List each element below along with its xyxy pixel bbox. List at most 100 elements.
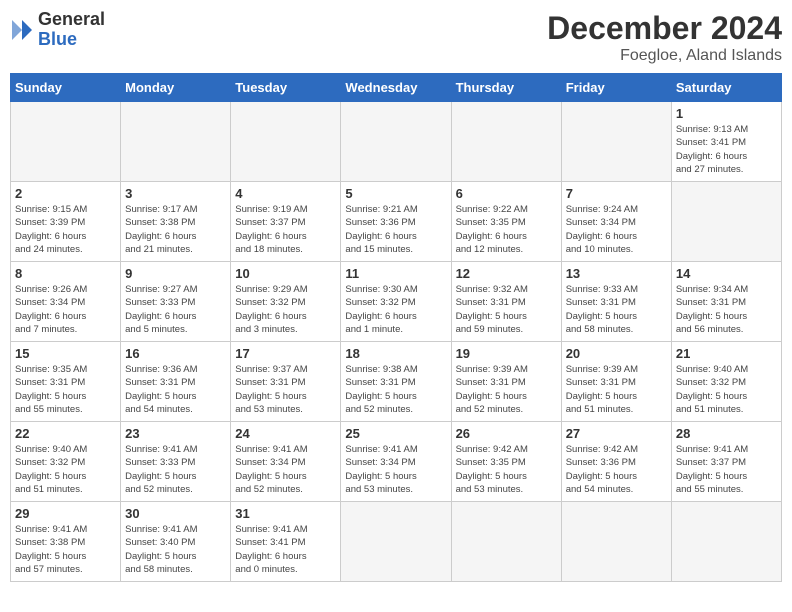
day-number: 2 [15,186,116,201]
title-section: December 2024 Foegloe, Aland Islands [547,10,782,65]
day-number: 19 [456,346,557,361]
day-number: 12 [456,266,557,281]
day-number: 25 [345,426,446,441]
day-header-friday: Friday [561,74,671,102]
day-info: Sunrise: 9:22 AM Sunset: 3:35 PM Dayligh… [456,203,557,256]
day-number: 26 [456,426,557,441]
day-number: 8 [15,266,116,281]
day-cell-22: 22 Sunrise: 9:40 AM Sunset: 3:32 PM Dayli… [11,422,121,502]
day-cell-10: 10Sunrise: 9:29 AM Sunset: 3:32 PM Dayli… [231,262,341,342]
day-info: Sunrise: 9:32 AM Sunset: 3:31 PM Dayligh… [456,283,557,336]
day-cell-2: 2 Sunrise: 9:15 AM Sunset: 3:39 PM Daylig… [11,182,121,262]
day-cell-31: 31Sunrise: 9:41 AM Sunset: 3:41 PM Dayli… [231,502,341,582]
calendar-week-1: 2 Sunrise: 9:15 AM Sunset: 3:39 PM Daylig… [11,182,782,262]
day-cell-28: 28 Sunrise: 9:41 AM Sunset: 3:37 PM Dayli… [671,422,781,502]
day-number: 30 [125,506,226,521]
day-number: 27 [566,426,667,441]
day-cell-23: 23 Sunrise: 9:41 AM Sunset: 3:33 PM Dayli… [121,422,231,502]
day-cell-20: 20Sunrise: 9:39 AM Sunset: 3:31 PM Dayli… [561,342,671,422]
calendar-subtitle: Foegloe, Aland Islands [547,47,782,65]
logo-text-blue: Blue [38,29,77,49]
day-info: Sunrise: 9:41 AM Sunset: 3:41 PM Dayligh… [235,523,336,576]
day-number: 18 [345,346,446,361]
day-header-saturday: Saturday [671,74,781,102]
day-number: 13 [566,266,667,281]
day-number: 15 [15,346,116,361]
empty-cell [671,502,781,582]
day-number: 10 [235,266,336,281]
header: General Blue December 2024 Foegloe, Alan… [10,10,782,65]
day-info: Sunrise: 9:24 AM Sunset: 3:34 PM Dayligh… [566,203,667,256]
empty-cell [231,102,341,182]
day-cell-12: 12 Sunrise: 9:32 AM Sunset: 3:31 PM Dayli… [451,262,561,342]
day-number: 24 [235,426,336,441]
day-cell-15: 15 Sunrise: 9:35 AM Sunset: 3:31 PM Dayli… [11,342,121,422]
day-info: Sunrise: 9:41 AM Sunset: 3:38 PM Dayligh… [15,523,116,576]
day-cell-3: 3 Sunrise: 9:17 AM Sunset: 3:38 PM Daylig… [121,182,231,262]
day-info: Sunrise: 9:35 AM Sunset: 3:31 PM Dayligh… [15,363,116,416]
day-cell-30: 30 Sunrise: 9:41 AM Sunset: 3:40 PM Dayli… [121,502,231,582]
day-cell-25: 25 Sunrise: 9:41 AM Sunset: 3:34 PM Dayli… [341,422,451,502]
day-info: Sunrise: 9:42 AM Sunset: 3:36 PM Dayligh… [566,443,667,496]
calendar-week-4: 22 Sunrise: 9:40 AM Sunset: 3:32 PM Dayli… [11,422,782,502]
day-number: 1 [676,106,777,121]
day-info: Sunrise: 9:40 AM Sunset: 3:32 PM Dayligh… [15,443,116,496]
day-info: Sunrise: 9:17 AM Sunset: 3:38 PM Dayligh… [125,203,226,256]
day-cell-16: 16Sunrise: 9:36 AM Sunset: 3:31 PM Dayli… [121,342,231,422]
day-number: 9 [125,266,226,281]
day-number: 11 [345,266,446,281]
empty-cell [561,102,671,182]
day-info: Sunrise: 9:41 AM Sunset: 3:34 PM Dayligh… [235,443,336,496]
empty-cell [451,102,561,182]
day-header-sunday: Sunday [11,74,121,102]
day-info: Sunrise: 9:41 AM Sunset: 3:37 PM Dayligh… [676,443,777,496]
day-cell-17: 17 Sunrise: 9:37 AM Sunset: 3:31 PM Dayli… [231,342,341,422]
day-info: Sunrise: 9:41 AM Sunset: 3:33 PM Dayligh… [125,443,226,496]
day-header-monday: Monday [121,74,231,102]
day-number: 3 [125,186,226,201]
calendar-title: December 2024 [547,10,782,47]
day-number: 20 [566,346,667,361]
day-number: 7 [566,186,667,201]
day-number: 23 [125,426,226,441]
day-header-wednesday: Wednesday [341,74,451,102]
day-info: Sunrise: 9:15 AM Sunset: 3:39 PM Dayligh… [15,203,116,256]
day-cell-29: 29 Sunrise: 9:41 AM Sunset: 3:38 PM Dayli… [11,502,121,582]
day-number: 16 [125,346,226,361]
day-number: 28 [676,426,777,441]
day-cell-6: 6Sunrise: 9:22 AM Sunset: 3:35 PM Daylig… [451,182,561,262]
day-cell-4: 4Sunrise: 9:19 AM Sunset: 3:37 PM Daylig… [231,182,341,262]
day-info: Sunrise: 9:41 AM Sunset: 3:40 PM Dayligh… [125,523,226,576]
day-number: 22 [15,426,116,441]
calendar-week-5: 29 Sunrise: 9:41 AM Sunset: 3:38 PM Dayli… [11,502,782,582]
day-info: Sunrise: 9:19 AM Sunset: 3:37 PM Dayligh… [235,203,336,256]
logo-text-general: General [38,9,105,29]
day-info: Sunrise: 9:26 AM Sunset: 3:34 PM Dayligh… [15,283,116,336]
day-cell-21: 21Sunrise: 9:40 AM Sunset: 3:32 PM Dayli… [671,342,781,422]
day-number: 17 [235,346,336,361]
empty-cell [451,502,561,582]
day-header-thursday: Thursday [451,74,561,102]
day-cell-14: 14 Sunrise: 9:34 AM Sunset: 3:31 PM Dayli… [671,262,781,342]
empty-cell [671,182,781,262]
day-cell-9: 9Sunrise: 9:27 AM Sunset: 3:33 PM Daylig… [121,262,231,342]
day-number: 29 [15,506,116,521]
day-info: Sunrise: 9:40 AM Sunset: 3:32 PM Dayligh… [676,363,777,416]
calendar-week-0: 1Sunrise: 9:13 AM Sunset: 3:41 PM Daylig… [11,102,782,182]
day-info: Sunrise: 9:30 AM Sunset: 3:32 PM Dayligh… [345,283,446,336]
day-cell-19: 19Sunrise: 9:39 AM Sunset: 3:31 PM Dayli… [451,342,561,422]
day-info: Sunrise: 9:33 AM Sunset: 3:31 PM Dayligh… [566,283,667,336]
day-number: 14 [676,266,777,281]
logo: General Blue [10,10,105,50]
day-info: Sunrise: 9:37 AM Sunset: 3:31 PM Dayligh… [235,363,336,416]
day-info: Sunrise: 9:38 AM Sunset: 3:31 PM Dayligh… [345,363,446,416]
empty-cell [561,502,671,582]
day-info: Sunrise: 9:41 AM Sunset: 3:34 PM Dayligh… [345,443,446,496]
day-cell-13: 13 Sunrise: 9:33 AM Sunset: 3:31 PM Dayli… [561,262,671,342]
calendar-table: SundayMondayTuesdayWednesdayThursdayFrid… [10,73,782,582]
day-cell-24: 24 Sunrise: 9:41 AM Sunset: 3:34 PM Dayli… [231,422,341,502]
day-info: Sunrise: 9:34 AM Sunset: 3:31 PM Dayligh… [676,283,777,336]
day-header-tuesday: Tuesday [231,74,341,102]
day-cell-8: 8 Sunrise: 9:26 AM Sunset: 3:34 PM Daylig… [11,262,121,342]
day-cell-7: 7 Sunrise: 9:24 AM Sunset: 3:34 PM Daylig… [561,182,671,262]
